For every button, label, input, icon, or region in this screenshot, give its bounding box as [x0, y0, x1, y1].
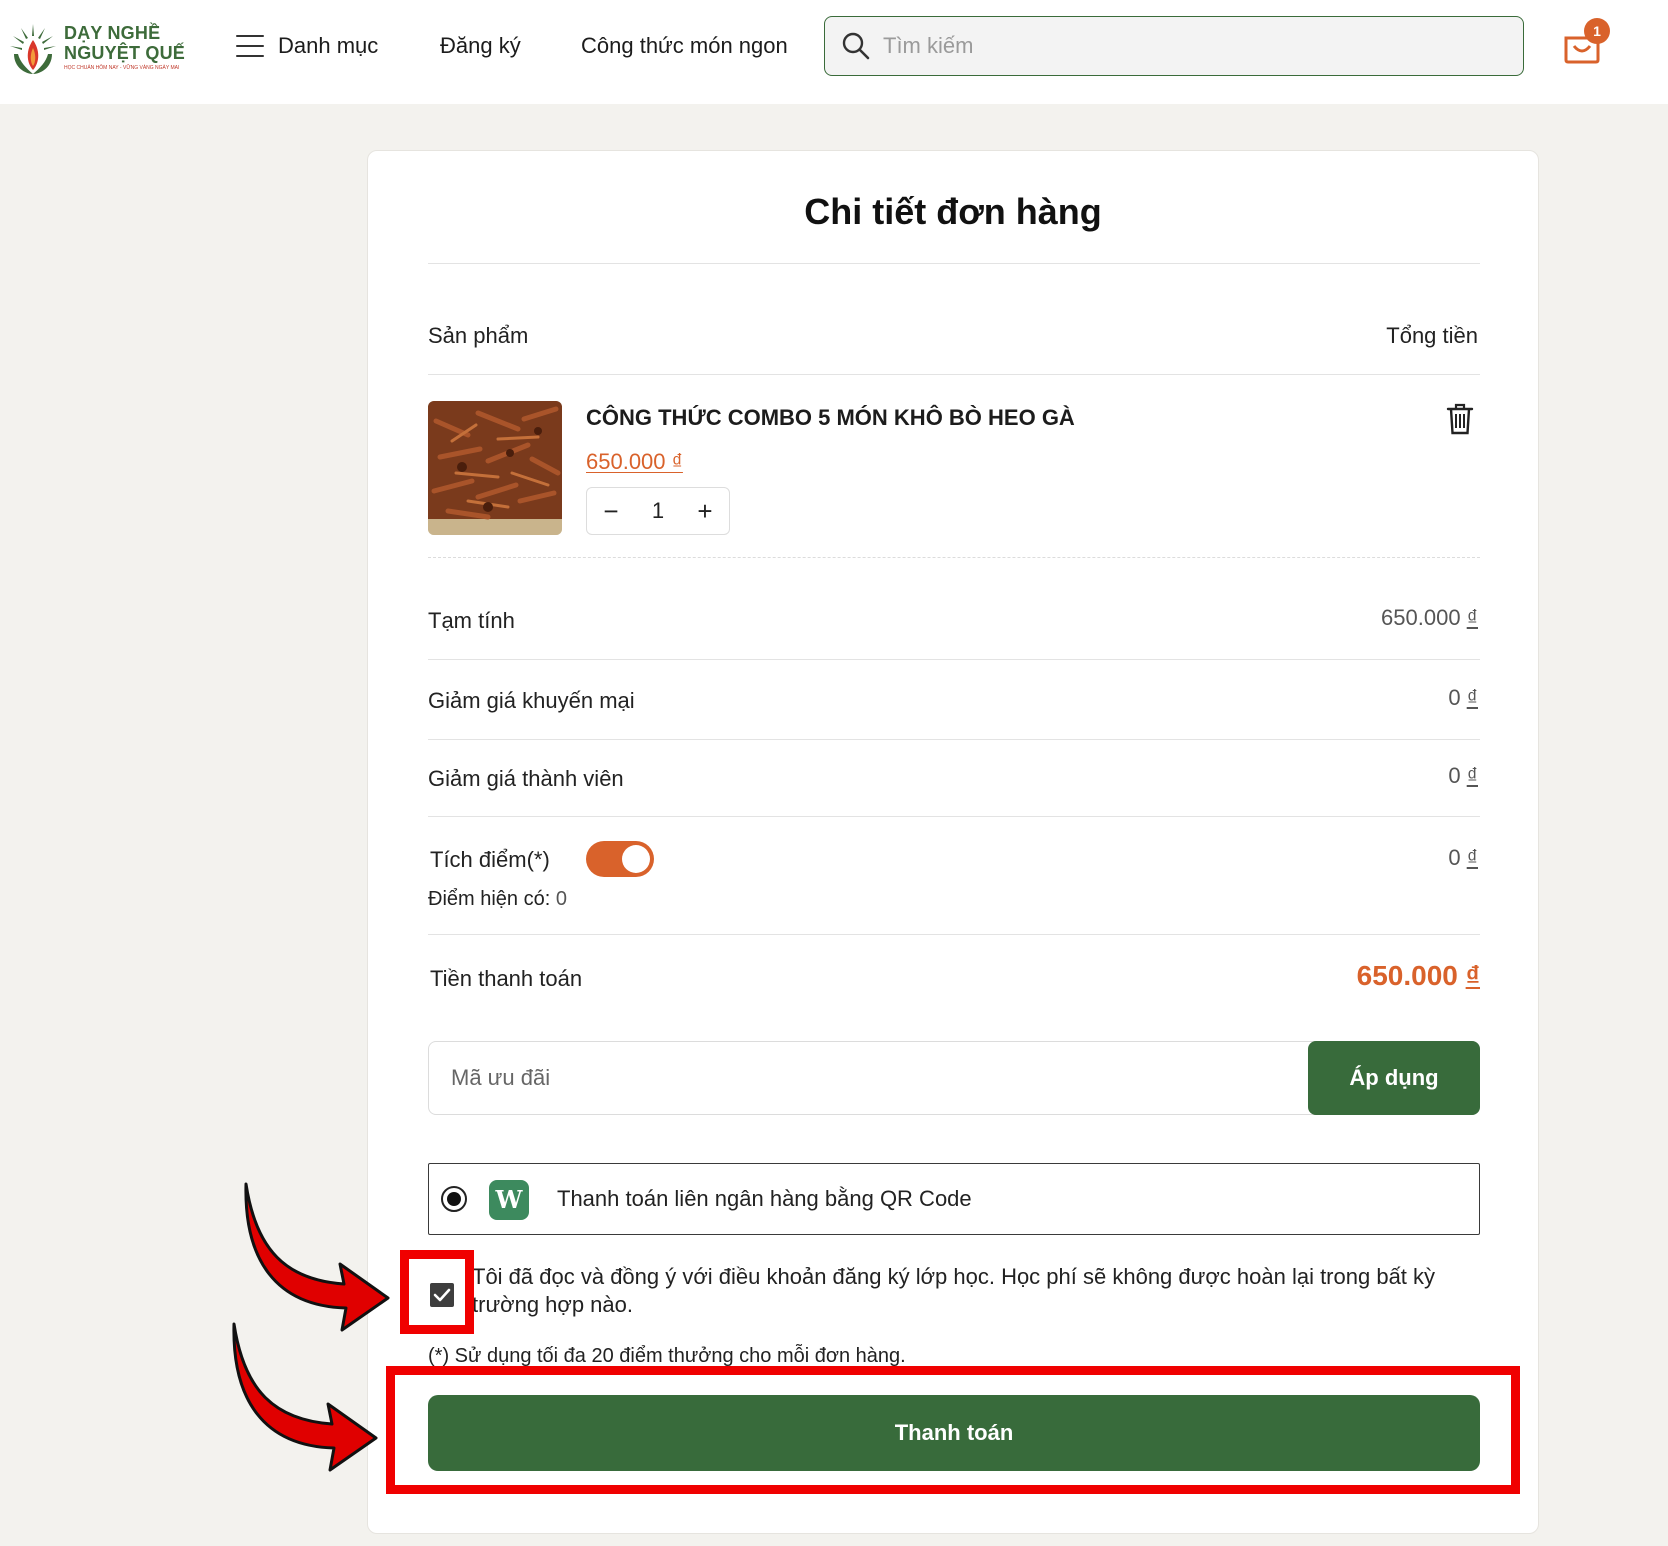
- promo-discount-label: Giảm giá khuyến mại: [428, 688, 635, 713]
- subtotal-label: Tạm tính: [428, 608, 515, 633]
- trash-icon[interactable]: [1444, 401, 1476, 437]
- checkout-highlight-box: [386, 1366, 1520, 1494]
- grand-total-value: 650.000 ₫: [1356, 960, 1480, 991]
- points-toggle[interactable]: [586, 841, 654, 877]
- coupon-input[interactable]: [451, 1062, 1231, 1094]
- arrow-to-checkout-icon: [232, 1322, 378, 1472]
- decrease-quantity-button[interactable]: −: [587, 496, 635, 527]
- current-points-label: Điểm hiện có:: [428, 888, 551, 910]
- payment-provider-logo: W: [489, 1180, 529, 1220]
- divider: [428, 934, 1480, 935]
- product-price-value: 650.000 ₫: [586, 449, 683, 474]
- nav-recipes-link[interactable]: Công thức món ngon: [581, 28, 788, 64]
- total-column-header: Tổng tiền: [1386, 323, 1478, 348]
- order-details-card: Chi tiết đơn hàng Sản phẩm Tổng tiền CÔN…: [367, 150, 1539, 1534]
- search-box[interactable]: [824, 16, 1524, 76]
- increase-quantity-button[interactable]: +: [681, 496, 729, 527]
- points-note: (*) Sử dụng tối đa 20 điểm thưởng cho mỗ…: [428, 1345, 906, 1367]
- category-menu-button[interactable]: Danh mục: [236, 28, 378, 64]
- divider: [428, 263, 1480, 264]
- product-thumbnail: [428, 401, 562, 535]
- promo-discount-value: 0 ₫: [1448, 685, 1478, 710]
- apply-coupon-button[interactable]: Áp dụng: [1308, 1041, 1480, 1115]
- logo-line-1: DẠY NGHỀ: [64, 22, 161, 43]
- divider: [428, 659, 1480, 660]
- cart-count-badge: 1: [1584, 18, 1610, 44]
- arrow-to-checkbox-icon: [244, 1182, 390, 1332]
- divider: [428, 816, 1480, 817]
- product-column-header: Sản phẩm: [428, 323, 529, 348]
- points-value: 0 ₫: [1448, 845, 1478, 870]
- hamburger-icon: [236, 35, 264, 57]
- product-name[interactable]: CÔNG THỨC COMBO 5 MÓN KHÔ BÒ HEO GÀ: [586, 405, 1075, 431]
- search-input[interactable]: [883, 33, 1483, 59]
- payment-radio[interactable]: [441, 1186, 467, 1212]
- product-price: 650.000 ₫: [586, 449, 683, 475]
- current-points-value: 0: [555, 888, 567, 910]
- quantity-value[interactable]: 1: [652, 498, 664, 524]
- site-header: DẠY NGHỀ NGUYỆT QUẾ HỌC CHUẨN HÔM NAY - …: [0, 0, 1668, 104]
- logo-emblem-icon: [10, 24, 56, 74]
- grand-total-label: Tiền thanh toán: [430, 966, 583, 991]
- toggle-knob: [622, 845, 650, 873]
- subtotal-value: 650.000 ₫: [1381, 605, 1478, 630]
- site-logo[interactable]: DẠY NGHỀ NGUYỆT QUẾ HỌC CHUẨN HÔM NAY - …: [6, 16, 196, 78]
- divider: [428, 374, 1480, 375]
- category-menu-label: Danh mục: [278, 33, 379, 58]
- terms-text: Tôi đã đọc và đồng ý với điều khoản đăng…: [472, 1264, 1436, 1317]
- checkbox-highlight-box: [400, 1250, 474, 1334]
- page-title: Chi tiết đơn hàng: [804, 191, 1102, 232]
- divider: [428, 739, 1480, 740]
- coupon-field: Áp dụng: [428, 1041, 1480, 1115]
- member-discount-value: 0 ₫: [1448, 763, 1478, 788]
- search-icon: [842, 32, 870, 60]
- payment-method-option[interactable]: W Thanh toán liên ngân hàng bằng QR Code: [428, 1163, 1480, 1235]
- logo-tagline: HỌC CHUẨN HÔM NAY - VỮNG VÀNG NGÀY MAI: [64, 64, 180, 71]
- quantity-stepper: − 1 +: [586, 487, 730, 535]
- member-discount-label: Giảm giá thành viên: [428, 766, 624, 791]
- nav-register-link[interactable]: Đăng ký: [440, 28, 521, 64]
- divider: [428, 557, 1480, 558]
- logo-line-2: NGUYỆT QUẾ: [64, 42, 186, 63]
- current-points: Điểm hiện có: 0: [428, 888, 567, 911]
- payment-method-label: Thanh toán liên ngân hàng bằng QR Code: [557, 1186, 972, 1211]
- points-label: Tích điểm(*): [430, 847, 550, 872]
